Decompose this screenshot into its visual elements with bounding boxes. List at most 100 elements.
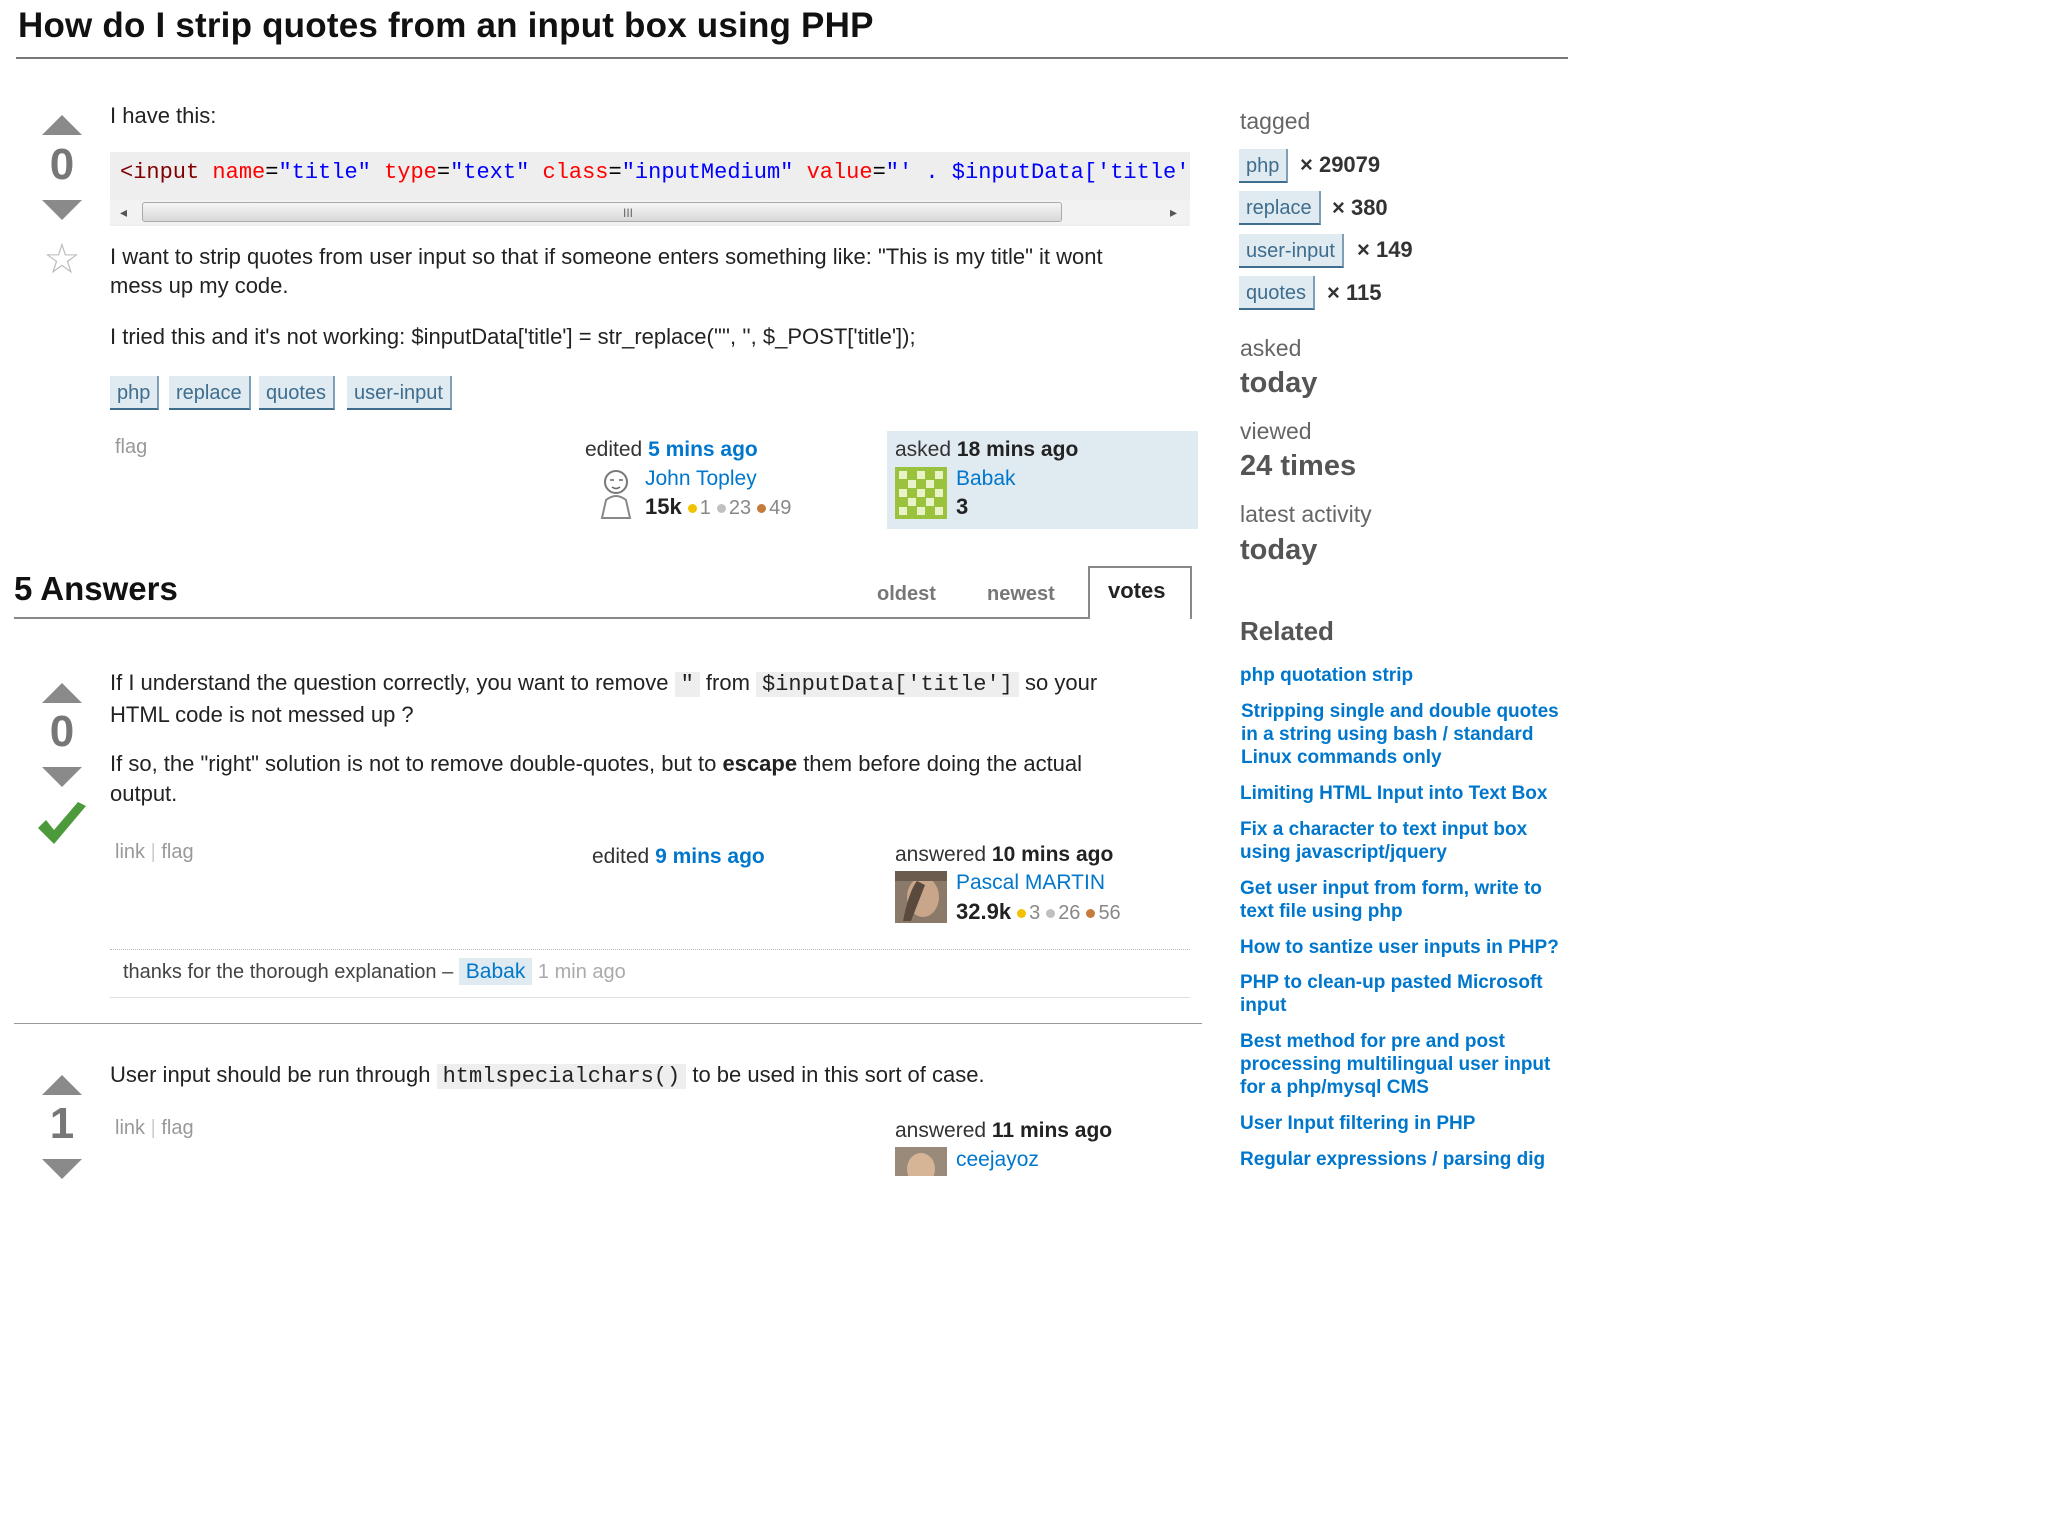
related-link[interactable]: Get user input from form, write to text … [1240, 877, 1560, 923]
question-flag-link[interactable]: flag [115, 436, 147, 459]
question-edited-info: edited 5 mins ago [585, 438, 758, 461]
related-link[interactable]: User Input filtering in PHP [1240, 1112, 1570, 1135]
sidebar-tag-replace-count: × 380 [1332, 195, 1388, 220]
answer2-author-name[interactable]: ceejayoz [956, 1148, 1039, 1172]
sidebar-tag-php-count: × 29079 [1300, 152, 1381, 177]
tab-oldest[interactable]: oldest [877, 583, 936, 606]
favorite-star-icon[interactable]: ☆ [40, 238, 84, 280]
sidebar-tag-user-input-count: × 149 [1357, 237, 1413, 262]
comment-bottom-rule [110, 997, 1190, 998]
answer1-actions: link | flag [115, 841, 194, 863]
question-asked-info: asked 18 mins ago [895, 438, 1079, 461]
related-link[interactable]: Limiting HTML Input into Text Box [1240, 782, 1570, 805]
inline-code-inputdata: $inputData['title'] [756, 672, 1019, 697]
answer1-link[interactable]: link [115, 841, 145, 863]
scroll-right-icon[interactable]: ▸ [1170, 200, 1177, 224]
scrollbar-thumb[interactable]: III [142, 202, 1062, 222]
sidebar-tag-replace[interactable]: replace [1239, 191, 1321, 225]
inline-code-quote: " [674, 672, 700, 697]
owner-avatar[interactable] [895, 467, 947, 519]
related-heading: Related [1240, 616, 1334, 646]
question-paragraph-1-cont: mess up my code. [110, 273, 289, 298]
answer2-paragraph-1: User input should be run through htmlspe… [110, 1062, 985, 1089]
answer1-edited-info: edited 9 mins ago [592, 845, 765, 868]
related-link[interactable]: Fix a character to text input box using … [1240, 818, 1540, 864]
downvote-icon[interactable] [42, 200, 82, 220]
bronze-badge-icon [1086, 909, 1096, 919]
code-line: <input name="title" type="text" class="i… [120, 160, 1190, 185]
owner-reputation: 3 [956, 494, 969, 519]
answer2-author-avatar[interactable] [895, 1147, 947, 1176]
answer1-author-reputation: 32.9k 3 26 56 [956, 899, 1121, 924]
answer1-flag[interactable]: flag [161, 841, 193, 863]
answer1-paragraph-2: If so, the "right" solution is not to re… [110, 751, 1083, 776]
answer-separator [14, 1023, 1202, 1024]
answer2-downvote-icon[interactable] [42, 1159, 82, 1179]
answer1-paragraph-1-cont: HTML code is not messed up ? [110, 702, 414, 727]
comment-time: 1 min ago [537, 961, 626, 983]
answer2-link[interactable]: link [115, 1117, 145, 1139]
tag-quotes[interactable]: quotes [259, 376, 336, 410]
related-link[interactable]: How to santize user inputs in PHP? [1240, 936, 1570, 959]
question-paragraph-2: I tried this and it's not working: $inpu… [110, 324, 916, 349]
answer2-actions: link | flag [115, 1117, 194, 1139]
edited-time-link[interactable]: 5 mins ago [648, 438, 758, 461]
answer1-edited-time-link[interactable]: 9 mins ago [655, 845, 765, 868]
sidebar-tag-quotes-count: × 115 [1327, 280, 1382, 305]
answer1-author-avatar[interactable] [895, 871, 947, 923]
gold-badge-icon [687, 504, 697, 514]
grip-icon: III [623, 206, 634, 220]
sidebar-activity-label: latest activity [1240, 501, 1372, 527]
sidebar-activity-value: today [1240, 534, 1318, 566]
editor-name[interactable]: John Topley [645, 467, 757, 491]
code-block: <input name="title" type="text" class="i… [110, 152, 1190, 226]
question-paragraph-1: I want to strip quotes from user input s… [110, 244, 1103, 269]
inline-code-htmlspecialchars: htmlspecialchars() [436, 1064, 687, 1089]
tag-user-input[interactable]: user-input [347, 376, 452, 410]
answer1-upvote-icon[interactable] [42, 683, 82, 703]
owner-name[interactable]: Babak [956, 467, 1016, 491]
related-link[interactable]: PHP to clean-up pasted Microsoft input [1240, 971, 1560, 1017]
sidebar-viewed-value: 24 times [1240, 450, 1357, 482]
question-title[interactable]: How do I strip quotes from an input box … [18, 6, 874, 46]
related-link[interactable]: Best method for pre and post processing … [1240, 1030, 1565, 1099]
related-link[interactable]: Regular expressions / parsing dig [1240, 1148, 1570, 1171]
related-link[interactable]: Stripping single and double quotes in a … [1241, 700, 1566, 769]
answer1-answered-info: answered 10 mins ago [895, 843, 1114, 866]
answer1-paragraph-2-cont: output. [110, 781, 178, 806]
upvote-icon[interactable] [42, 115, 82, 135]
title-divider [16, 57, 1568, 59]
answer2-vote-count: 1 [49, 1099, 75, 1148]
sidebar-tag-quotes[interactable]: quotes [1239, 276, 1316, 310]
accepted-checkmark-icon [38, 802, 86, 844]
editor-avatar[interactable] [596, 466, 636, 520]
tab-newest[interactable]: newest [987, 583, 1055, 606]
answer1-author-name[interactable]: Pascal MARTIN [956, 871, 1105, 895]
answer1-comment: thanks for the thorough explanation – Ba… [123, 958, 626, 985]
bronze-badge-icon [757, 504, 767, 514]
sidebar-asked-label: asked [1240, 335, 1302, 361]
sidebar-tag-php[interactable]: php [1239, 149, 1289, 183]
scroll-left-icon[interactable]: ◂ [120, 200, 127, 224]
sidebar-tagged-label: tagged [1240, 108, 1311, 134]
related-link[interactable]: php quotation strip [1240, 664, 1570, 687]
horizontal-scrollbar[interactable]: ◂ III ▸ [110, 200, 1190, 224]
answer2-upvote-icon[interactable] [42, 1075, 82, 1095]
answers-count-heading: 5 Answers [14, 570, 178, 607]
tag-php[interactable]: php [110, 376, 160, 410]
answer1-vote-count: 0 [49, 707, 75, 756]
silver-badge-icon [716, 504, 726, 514]
answer2-flag[interactable]: flag [161, 1117, 193, 1139]
sidebar-viewed-label: viewed [1240, 418, 1312, 444]
silver-badge-icon [1046, 909, 1056, 919]
sidebar-asked-value: today [1240, 367, 1318, 399]
answers-divider [14, 617, 1190, 619]
tag-replace[interactable]: replace [169, 376, 251, 410]
sidebar-tag-user-input[interactable]: user-input [1239, 234, 1344, 268]
comment-user-link[interactable]: Babak [458, 958, 533, 985]
tab-votes[interactable]: votes [1108, 578, 1165, 604]
gold-badge-icon [1017, 909, 1027, 919]
answer1-downvote-icon[interactable] [42, 767, 82, 787]
editor-reputation: 15k 1 23 49 [645, 494, 792, 519]
answer1-paragraph-1: If I understand the question correctly, … [110, 670, 1098, 697]
